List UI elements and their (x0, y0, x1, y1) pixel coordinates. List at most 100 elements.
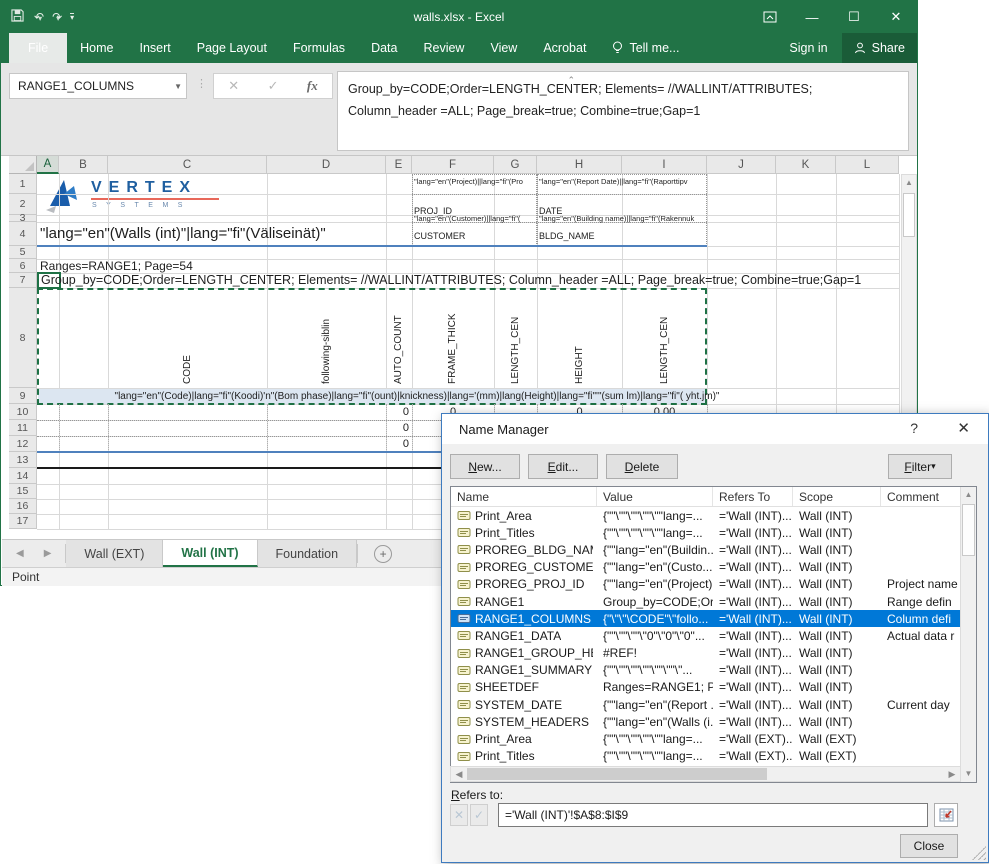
name-box-dropdown-icon[interactable]: ▼ (174, 82, 182, 91)
name-row-range1-columns[interactable]: RANGE1_COLUMNS{"\"\"\CODE"\"follo...='Wa… (451, 610, 960, 627)
name-box[interactable]: RANGE1_COLUMNS ▼ (9, 73, 187, 99)
column-header-D[interactable]: D (267, 156, 386, 174)
ribbon-tab-page-layout[interactable]: Page Layout (184, 33, 280, 63)
column-header-E[interactable]: E (386, 156, 412, 174)
row-header-3[interactable]: 3 (9, 215, 37, 222)
column-header-H[interactable]: H (537, 156, 622, 174)
minimize-button[interactable]: — (791, 1, 833, 33)
ribbon-tab-acrobat[interactable]: Acrobat (530, 33, 599, 63)
list-column-header-refers-to[interactable]: Refers To (713, 487, 793, 506)
list-scroll-up-icon[interactable]: ▲ (961, 487, 976, 503)
column-header-J[interactable]: J (707, 156, 776, 174)
list-hscrollbar-thumb[interactable] (467, 768, 767, 780)
column-header-F[interactable]: F (412, 156, 494, 174)
range-picker-button[interactable] (934, 803, 958, 827)
name-row-proreg-customer[interactable]: PROREG_CUSTOMER{""lang="en"(Custo...='Wa… (451, 559, 960, 576)
ribbon-tab-view[interactable]: View (477, 33, 530, 63)
list-scroll-right-icon[interactable]: ▶ (944, 767, 960, 781)
name-row-proreg-proj-id[interactable]: PROREG_PROJ_ID{""lang="en"(Project)...='… (451, 576, 960, 593)
row-header-16[interactable]: 16 (9, 499, 37, 514)
list-column-header-value[interactable]: Value (597, 487, 713, 506)
ribbon-tab-formulas[interactable]: Formulas (280, 33, 358, 63)
scroll-up-icon[interactable]: ▲ (902, 175, 916, 191)
cancel-formula-icon[interactable]: ✕ (228, 78, 239, 94)
name-row-print-area[interactable]: Print_Area{""\""\""\""\""lang=...='Wall … (451, 507, 960, 524)
sheet-nav-right-icon[interactable]: ▶ (44, 548, 52, 559)
ribbon-tab-data[interactable]: Data (358, 33, 410, 63)
column-header-G[interactable]: G (494, 156, 537, 174)
filter-button[interactable]: Filter ▾ (888, 454, 952, 479)
new-sheet-button[interactable]: + (358, 540, 408, 567)
name-row-range1-group-hea-[interactable]: RANGE1_GROUP_HEA...#REF!='Wall (INT)...W… (451, 645, 960, 662)
row-header-15[interactable]: 15 (9, 484, 37, 499)
row-header-13[interactable]: 13 (9, 452, 37, 468)
row-header-9[interactable]: 9 (9, 388, 37, 404)
column-header-A[interactable]: A (37, 156, 59, 174)
row-header-14[interactable]: 14 (9, 468, 37, 484)
sheet-tab-wall-int-[interactable]: Wall (INT) (163, 540, 257, 567)
ribbon-tab-home[interactable]: Home (67, 33, 126, 63)
column-header-C[interactable]: C (108, 156, 267, 174)
list-column-header-name[interactable]: Name (451, 487, 597, 506)
grid-scrollbar-thumb[interactable] (903, 193, 915, 237)
sign-in-link[interactable]: Sign in (775, 33, 841, 63)
resize-grip[interactable] (972, 846, 986, 860)
list-scroll-down-icon[interactable]: ▼ (961, 766, 976, 782)
sheet-tab-wall-ext-[interactable]: Wall (EXT) (66, 540, 163, 567)
enter-formula-icon[interactable]: ✓ (268, 78, 279, 94)
refers-cancel-icon[interactable]: ✕ (450, 804, 468, 826)
name-row-print-titles[interactable]: Print_Titles{""\""\""\""\""lang=...='Wal… (451, 524, 960, 541)
refers-commit-icon[interactable]: ✓ (470, 804, 488, 826)
name-row-print-titles[interactable]: Print_Titles{""\""\""\""\""lang=...='Wal… (451, 748, 960, 765)
row-header-6[interactable]: 6 (9, 259, 37, 273)
name-row-print-area[interactable]: Print_Area{""\""\""\""\""lang=...='Wall … (451, 730, 960, 747)
list-scrollbar-thumb[interactable] (962, 504, 975, 556)
collapse-formula-bar-icon[interactable]: ⌃ (567, 75, 575, 86)
ribbon-display-options-icon[interactable] (749, 1, 791, 33)
dialog-help-icon[interactable]: ? (910, 420, 918, 436)
column-header-L[interactable]: L (836, 156, 899, 174)
name-row-sheetdef[interactable]: SHEETDEFRanges=RANGE1; P...='Wall (INT).… (451, 679, 960, 696)
dialog-title-bar[interactable]: Name Manager (442, 414, 988, 444)
close-button-dialog[interactable]: Close (900, 834, 958, 858)
row-header-7[interactable]: 7 (9, 273, 37, 288)
name-row-system-headers[interactable]: SYSTEM_HEADERS{""lang="en"(Walls (i...='… (451, 713, 960, 730)
sheet-tab-foundation[interactable]: Foundation (258, 540, 358, 567)
share-button[interactable]: Share (842, 33, 917, 63)
column-header-I[interactable]: I (622, 156, 707, 174)
row-header-17[interactable]: 17 (9, 514, 37, 529)
edit-button[interactable]: Edit... (528, 454, 598, 479)
name-row-system-date[interactable]: SYSTEM_DATE{""lang="en"(Report ...='Wall… (451, 696, 960, 713)
new-button[interactable]: New... (450, 454, 520, 479)
name-row-range1-summary[interactable]: RANGE1_SUMMARY{""\""\""\""\""\""\"...='W… (451, 662, 960, 679)
tell-me-box[interactable]: Tell me... (599, 33, 692, 63)
close-button[interactable]: ✕ (875, 1, 917, 33)
list-column-header-comment[interactable]: Comment (881, 487, 969, 506)
sheet-nav-left-icon[interactable]: ◀ (16, 548, 24, 559)
name-row-range1-data[interactable]: RANGE1_DATA{""\""\""\"0"\"0"\"0"...='Wal… (451, 627, 960, 644)
row-header-1[interactable]: 1 (9, 174, 37, 194)
select-all-corner[interactable] (9, 156, 37, 174)
row-header-8[interactable]: 8 (9, 288, 37, 388)
row-header-10[interactable]: 10 (9, 404, 37, 420)
column-header-K[interactable]: K (776, 156, 836, 174)
row-header-5[interactable]: 5 (9, 246, 37, 259)
list-column-header-scope[interactable]: Scope (793, 487, 881, 506)
row-header-11[interactable]: 11 (9, 420, 37, 436)
dialog-close-icon[interactable]: ✕ (957, 419, 970, 437)
ribbon-tab-review[interactable]: Review (410, 33, 477, 63)
name-row-range1[interactable]: RANGE1Group_by=CODE;Or...='Wall (INT)...… (451, 593, 960, 610)
column-header-B[interactable]: B (59, 156, 108, 174)
refers-to-input[interactable]: ='Wall (INT)'!$A$8:$I$9 (498, 803, 928, 827)
list-scroll-left-icon[interactable]: ◀ (451, 767, 467, 781)
insert-function-icon[interactable]: fx (307, 78, 318, 94)
delete-button[interactable]: Delete (606, 454, 678, 479)
ribbon-tab-file[interactable]: File (9, 33, 67, 63)
formula-bar-input[interactable]: Group_by=CODE;Order=LENGTH_CENTER; Eleme… (337, 71, 909, 151)
row-header-12[interactable]: 12 (9, 436, 37, 452)
list-vertical-scrollbar[interactable]: ▲ ▼ (960, 487, 976, 782)
name-row-proreg-bldg-name[interactable]: PROREG_BLDG_NAME{""lang="en"(Buildin...=… (451, 541, 960, 558)
list-horizontal-scrollbar[interactable]: ◀ ▶ (450, 766, 961, 782)
row-header-4[interactable]: 4 (9, 222, 37, 246)
ribbon-tab-insert[interactable]: Insert (127, 33, 184, 63)
